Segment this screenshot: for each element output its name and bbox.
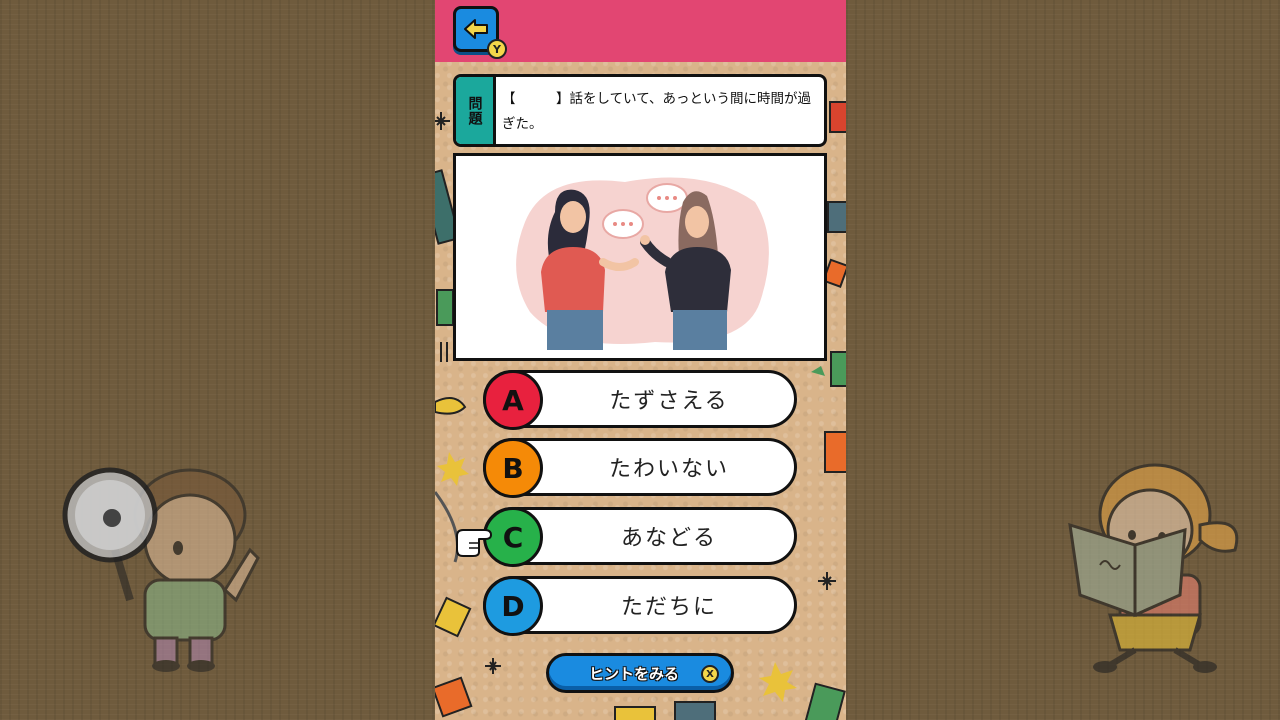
answer-letter-b: B [483,438,543,498]
answer-letter-d: D [483,576,543,636]
girl-reading-book-icon [1068,463,1239,673]
game-screen: Y 問題 【 】話をしていて、あっという間に時間が過ぎた。 A たずさえる B … [435,0,846,720]
y-button-badge: Y [487,39,507,59]
question-panel: 問題 【 】話をしていて、あっという間に時間が過ぎた。 [453,74,827,147]
answer-text-a: たずさえる [609,389,729,414]
hint-button-label: ヒントをみる [588,665,679,683]
show-hint-button[interactable]: ヒントをみる X [546,653,734,693]
answer-text-b: たわいない [608,457,729,482]
two-women-talking-illustration [516,177,769,350]
answer-option-c[interactable]: C あなどる [483,507,797,567]
answer-text-c: あなどる [620,526,717,551]
answer-option-a[interactable]: A たずさえる [483,370,797,430]
answer-letter-a: A [483,370,543,430]
x-button-badge: X [701,665,719,683]
question-tag-label: 問題 [466,95,483,126]
answer-text-d: ただちに [620,595,717,620]
arrow-left-icon [464,19,488,39]
question-tag: 問題 [456,77,496,144]
pointing-hand-icon [456,529,492,557]
detective-boy-magnifier-icon [62,467,260,672]
answer-option-b[interactable]: B たわいない [483,438,797,498]
question-illustration [453,153,827,361]
question-text: 【 】話をしていて、あっという間に時間が過ぎた。 [502,91,812,132]
answer-option-d[interactable]: D ただちに [483,576,797,636]
